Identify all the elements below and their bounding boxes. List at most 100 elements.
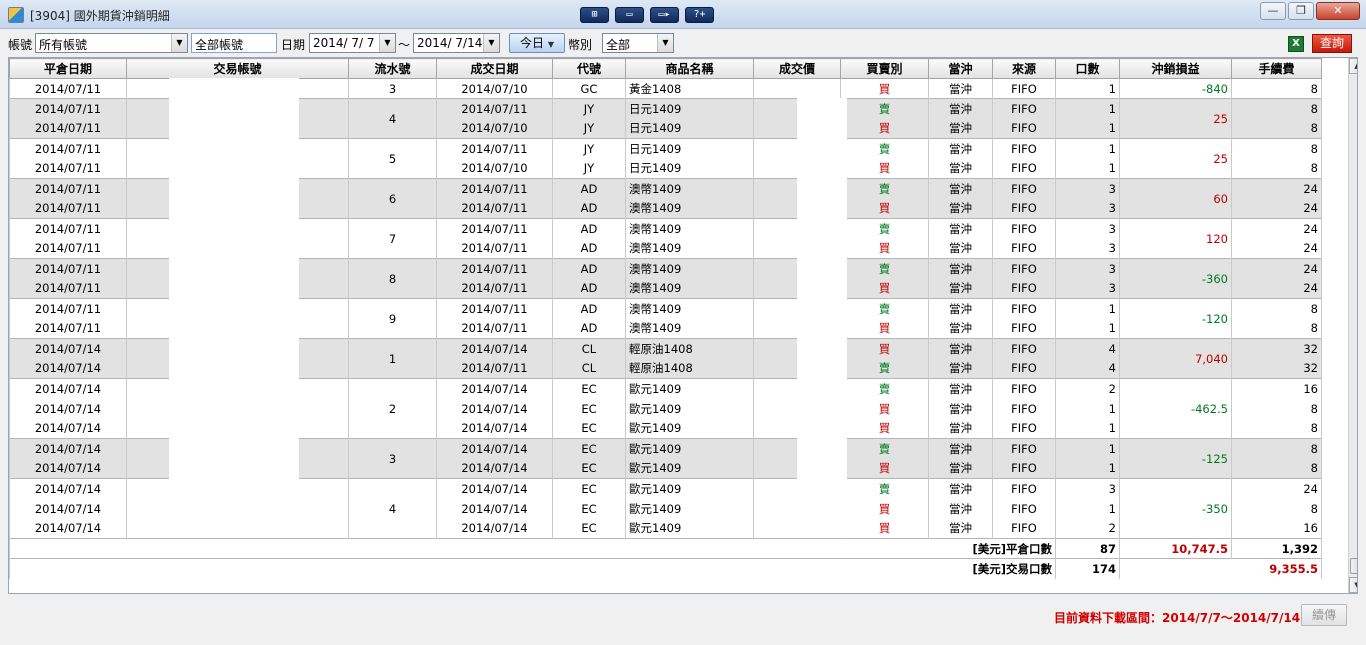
- cell-close-date: 2014/07/11: [9, 318, 127, 339]
- cell-serial: 1: [348, 338, 437, 379]
- download-range-info: 目前資料下載區間：2014/7/7～2014/7/14: [1054, 611, 1301, 625]
- cell-fee: 8: [1231, 118, 1322, 139]
- cell-close-date: 2014/07/14: [9, 518, 127, 539]
- cell-trade-date: 2014/07/11: [436, 178, 553, 199]
- cell-serial: 8: [348, 258, 437, 299]
- cell-product-name: 日元1409: [625, 118, 754, 139]
- cell-source: FIFO: [992, 78, 1056, 99]
- col-code[interactable]: 代號: [552, 58, 626, 79]
- resume-button[interactable]: 續傳: [1301, 604, 1347, 626]
- chevron-down-icon[interactable]: ▼: [171, 34, 187, 52]
- currency-select[interactable]: 全部 ▼: [602, 33, 674, 53]
- date-label: 日期: [281, 38, 306, 52]
- date-to-picker[interactable]: 2014/ 7/14 ▼: [413, 33, 500, 53]
- cell-fee: 24: [1231, 258, 1322, 279]
- cell-serial: 3: [348, 438, 437, 479]
- layout-grid-icon[interactable]: ⊞: [580, 7, 609, 23]
- scroll-thumb[interactable]: [1350, 558, 1357, 574]
- cell-side: 賣: [840, 178, 929, 199]
- cell-profit-loss: -360: [1119, 258, 1232, 299]
- cell-source: FIFO: [992, 138, 1056, 159]
- cell-profit-loss: -120: [1119, 298, 1232, 339]
- cell-source: FIFO: [992, 498, 1056, 519]
- cell-source: FIFO: [992, 98, 1056, 119]
- window-link-icon[interactable]: ▭▸: [650, 7, 679, 23]
- scroll-down-icon[interactable]: ▼: [1349, 577, 1357, 593]
- header-row: 平倉日期 交易帳號 流水號 成交日期 代號 商品名稱 成交價 買賣別 當沖 來源…: [9, 58, 1322, 79]
- cell-qty: 1: [1055, 118, 1120, 139]
- cell-fee: 24: [1231, 238, 1322, 259]
- date-from-picker[interactable]: 2014/ 7/ 7 ▼: [309, 33, 396, 53]
- filter-toolbar: 帳號 所有帳號 ▼ 全部帳號 日期 2014/ 7/ 7 ▼ ～ 2014/ 7…: [0, 30, 1366, 56]
- cell-product-name: 歐元1409: [625, 518, 754, 539]
- minimize-button[interactable]: —: [1260, 2, 1286, 20]
- cell-daytrade: 當沖: [928, 258, 993, 279]
- col-qty[interactable]: 口數: [1055, 58, 1120, 79]
- cell-daytrade: 當沖: [928, 178, 993, 199]
- cell-qty: 3: [1055, 258, 1120, 279]
- cell-product-name: 澳幣1409: [625, 318, 754, 339]
- cell-close-date: 2014/07/14: [9, 358, 127, 379]
- cell-fee: 24: [1231, 278, 1322, 299]
- account-type-field[interactable]: 全部帳號: [191, 33, 277, 53]
- col-daytrade[interactable]: 當沖: [928, 58, 993, 79]
- excel-export-icon[interactable]: X: [1288, 36, 1304, 52]
- cell-trade-date: 2014/07/14: [436, 438, 553, 459]
- cell-profit-loss: -350: [1119, 478, 1232, 539]
- scroll-up-icon[interactable]: ▲: [1349, 58, 1357, 74]
- cell-code: EC: [552, 418, 626, 439]
- vertical-scrollbar[interactable]: ▲ ▼: [1348, 58, 1357, 593]
- cell-close-date: 2014/07/14: [9, 378, 127, 399]
- cell-close-date: 2014/07/14: [9, 478, 127, 499]
- cell-fee: 8: [1231, 458, 1322, 479]
- cell-code: JY: [552, 98, 626, 119]
- cell-fee: 32: [1231, 358, 1322, 379]
- cell-product-name: 歐元1409: [625, 478, 754, 499]
- chevron-down-icon[interactable]: ▼: [483, 34, 499, 52]
- cell-serial: 3: [348, 78, 437, 99]
- redaction-mark: [169, 78, 299, 496]
- col-source[interactable]: 來源: [992, 58, 1056, 79]
- title-tools: ⊞ ▭ ▭▸ ?+: [580, 7, 714, 23]
- chevron-down-icon[interactable]: ▼: [657, 34, 673, 52]
- close-button[interactable]: ✕: [1316, 2, 1360, 20]
- cell-qty: 1: [1055, 78, 1120, 99]
- cell-side: 賣: [840, 258, 929, 279]
- chevron-down-icon[interactable]: ▼: [379, 34, 395, 52]
- cell-source: FIFO: [992, 118, 1056, 139]
- cell-close-date: 2014/07/14: [9, 458, 127, 479]
- cell-source: FIFO: [992, 198, 1056, 219]
- cell-qty: 1: [1055, 298, 1120, 319]
- today-button[interactable]: 今日 ▼: [509, 33, 565, 53]
- cell-code: AD: [552, 218, 626, 239]
- cell-trade-date: 2014/07/14: [436, 418, 553, 439]
- cell-serial: 9: [348, 298, 437, 339]
- query-button[interactable]: 查詢: [1312, 34, 1352, 53]
- window-frame-icon[interactable]: ▭: [615, 7, 644, 23]
- col-product-name[interactable]: 商品名稱: [625, 58, 754, 79]
- caret-down-icon: ▼: [547, 40, 554, 49]
- col-side[interactable]: 買賣別: [840, 58, 929, 79]
- col-serial[interactable]: 流水號: [348, 58, 437, 79]
- cell-side: 買: [840, 498, 929, 519]
- account-select[interactable]: 所有帳號 ▼: [35, 33, 188, 53]
- col-trade-account[interactable]: 交易帳號: [126, 58, 349, 79]
- col-profit-loss[interactable]: 沖銷損益: [1119, 58, 1232, 79]
- col-fee[interactable]: 手續費: [1231, 58, 1322, 79]
- col-trade-date[interactable]: 成交日期: [436, 58, 553, 79]
- col-price[interactable]: 成交價: [753, 58, 841, 79]
- cell-product-name: 日元1409: [625, 158, 754, 179]
- cell-code: EC: [552, 458, 626, 479]
- cell-source: FIFO: [992, 438, 1056, 459]
- summary-trade-qty: 174: [1055, 558, 1120, 579]
- cell-daytrade: 當沖: [928, 478, 993, 499]
- cell-code: CL: [552, 358, 626, 379]
- cell-code: EC: [552, 478, 626, 499]
- maximize-button[interactable]: ❐: [1288, 2, 1314, 20]
- account-select-value: 所有帳號: [39, 38, 88, 52]
- help-plus-icon[interactable]: ?+: [685, 7, 714, 23]
- cell-source: FIFO: [992, 518, 1056, 539]
- cell-side: 賣: [840, 378, 929, 399]
- col-close-date[interactable]: 平倉日期: [9, 58, 127, 79]
- cell-side: 賣: [840, 298, 929, 319]
